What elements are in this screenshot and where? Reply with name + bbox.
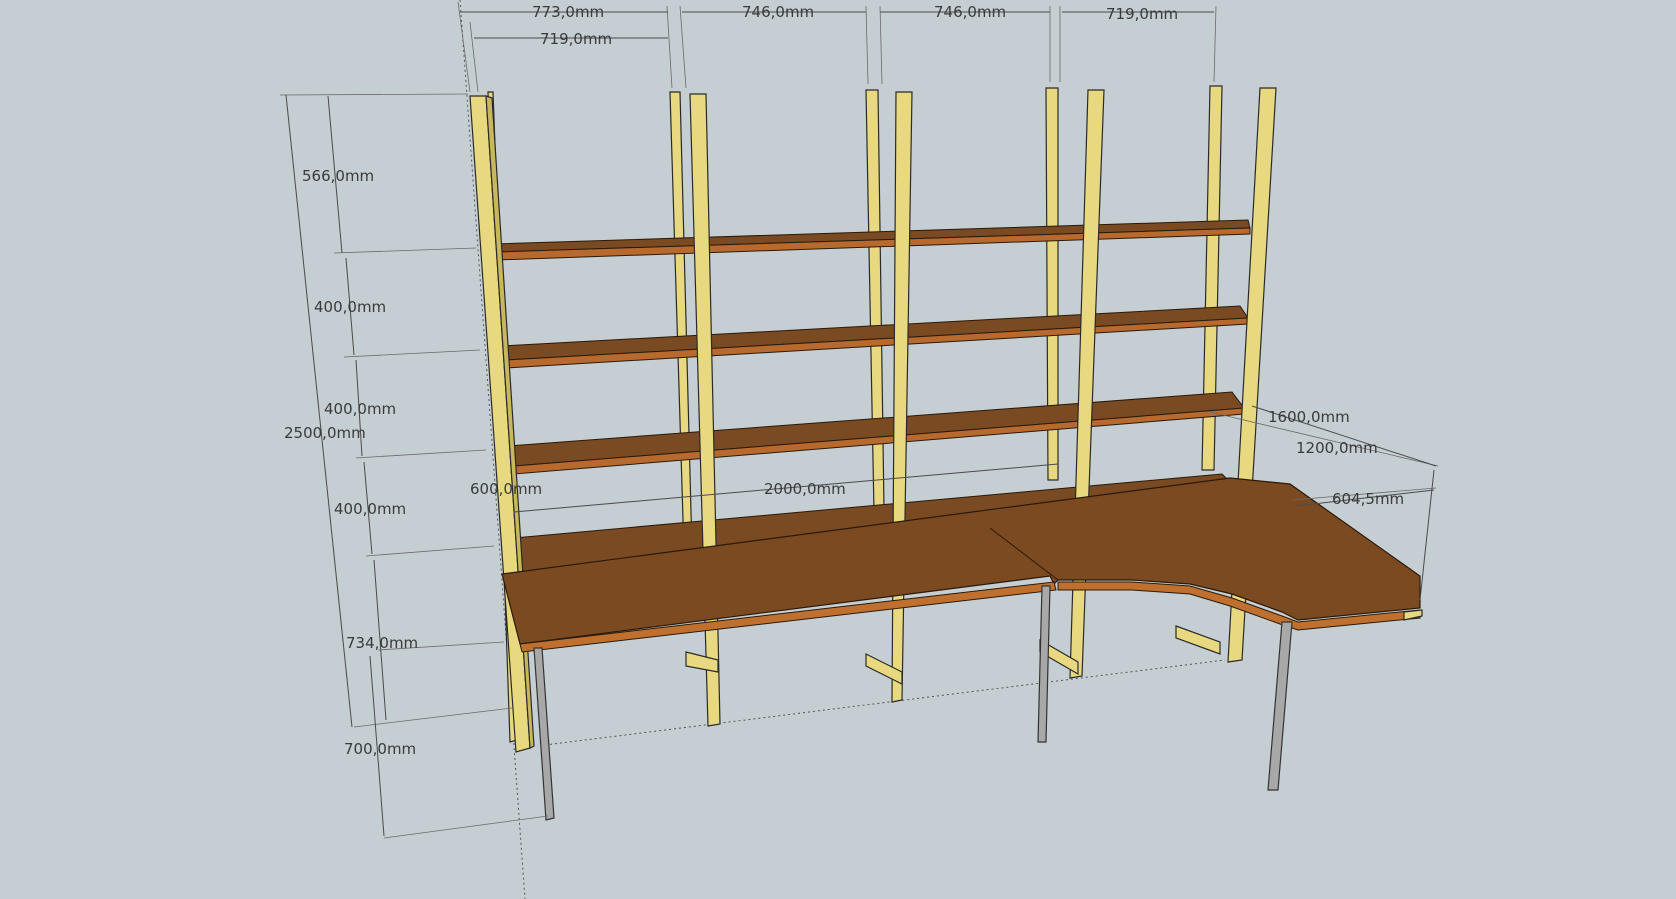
leg-left[interactable] xyxy=(533,647,555,821)
dim-top-inner: 719,0mm xyxy=(540,30,612,48)
lower-frames xyxy=(685,625,1221,685)
dim-return-outer: 1600,0mm xyxy=(1268,408,1350,426)
post-front-left[interactable] xyxy=(469,95,531,753)
dim-total-height: 2500,0mm xyxy=(284,424,366,442)
dim-top-total: 773,0mm xyxy=(532,3,604,21)
furniture-drawing: 773,0mm 719,0mm 746,0mm 746,0mm 719,0mm … xyxy=(279,0,1439,899)
dim-bay-2: 746,0mm xyxy=(742,3,814,21)
dim-shelf-gap-2: 400,0mm xyxy=(324,400,396,418)
frame-rail-5 xyxy=(1175,625,1221,655)
post-front-3[interactable] xyxy=(891,91,913,703)
dim-top-gap: 566,0mm xyxy=(302,167,374,185)
leg-right[interactable] xyxy=(1267,621,1293,791)
post-back-2[interactable] xyxy=(669,91,693,553)
leg-middle[interactable] xyxy=(1037,585,1051,743)
dim-desk-length: 2000,0mm xyxy=(764,480,846,498)
dim-bay-4: 719,0mm xyxy=(1106,5,1178,23)
dim-leg-height: 700,0mm xyxy=(344,740,416,758)
dim-bay-3: 746,0mm xyxy=(934,3,1006,21)
dim-return-inner: 1200,0mm xyxy=(1296,439,1378,457)
sketchup-viewport[interactable]: 773,0mm 719,0mm 746,0mm 746,0mm 719,0mm … xyxy=(0,0,1676,899)
dim-desk-height: 734,0mm xyxy=(346,634,418,652)
dim-shelf-gap-3: 400,0mm xyxy=(334,500,406,518)
dim-shelf-gap-1: 400,0mm xyxy=(314,298,386,316)
post-back-3[interactable] xyxy=(865,89,885,513)
dim-return-width: 604,5mm xyxy=(1332,490,1404,508)
dim-depth: 600,0mm xyxy=(470,480,542,498)
